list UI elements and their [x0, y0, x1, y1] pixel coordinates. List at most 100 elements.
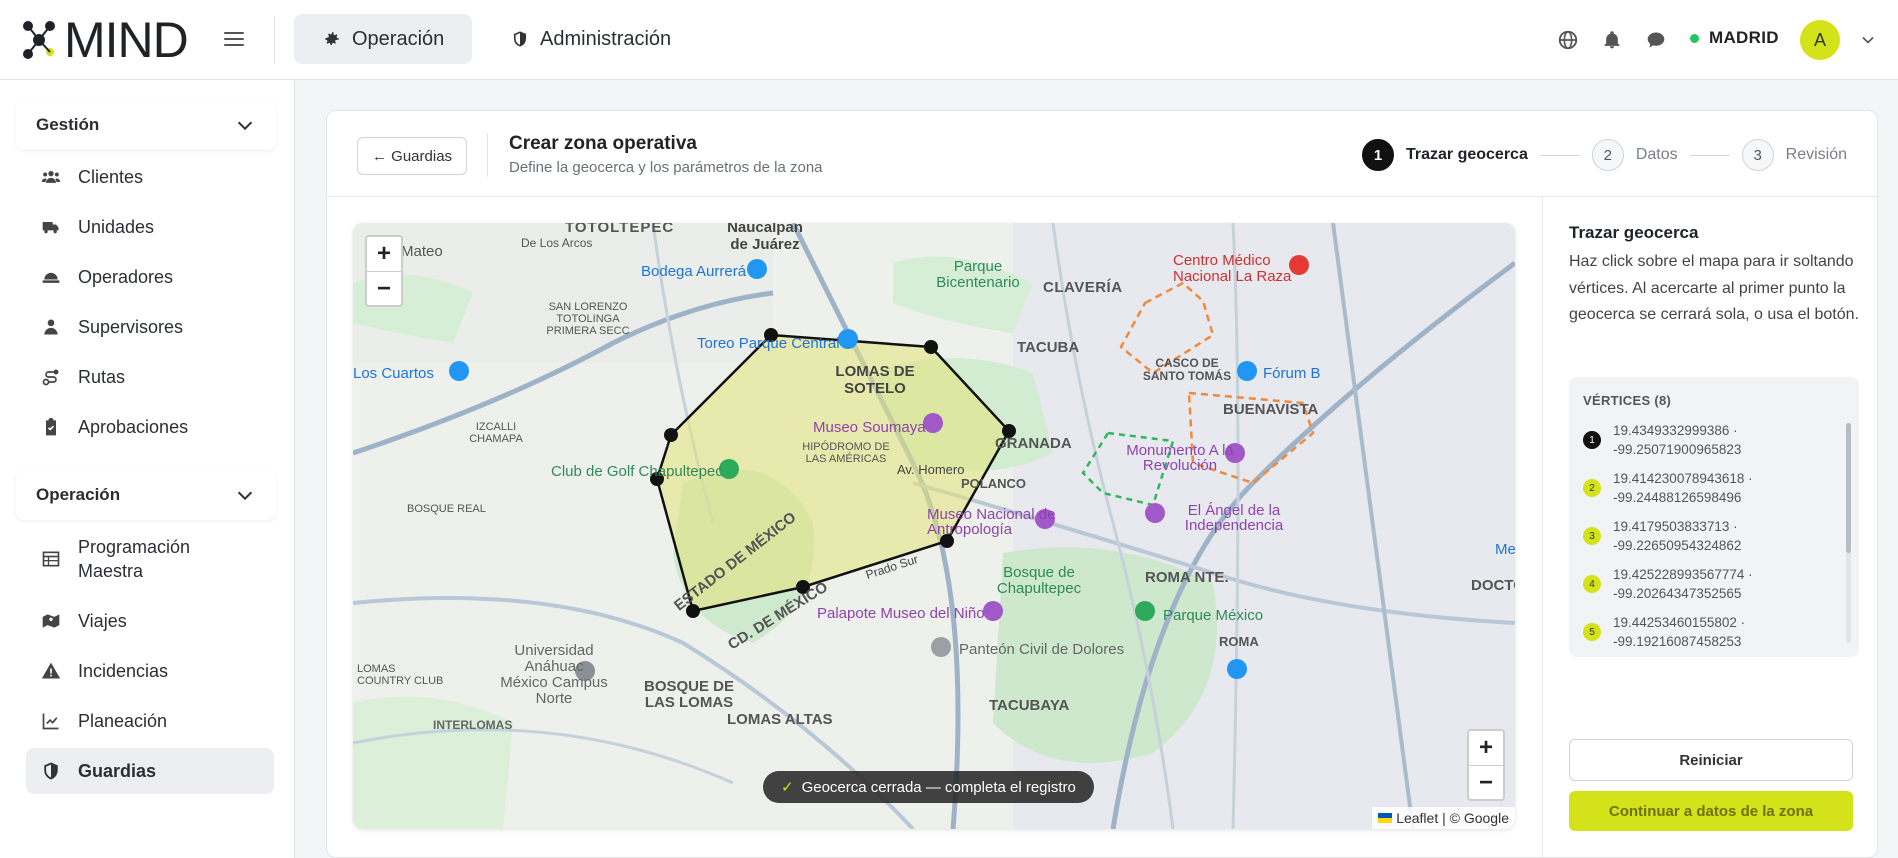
zoom-out-button[interactable]: − [367, 271, 401, 305]
vertices-list[interactable]: 1 19.4349332999386 · -99.25071900965823 2… [1583, 421, 1833, 647]
sidebar-item-label: Programación Maestra [78, 537, 191, 581]
bell-icon[interactable] [1600, 28, 1624, 52]
map[interactable]: TOTOLTEPEC Naucalpan de Juárez De Los Ar… [353, 223, 1515, 829]
main-card: ← Guardias Crear zona operativa Define l… [326, 110, 1878, 858]
chevron-down-icon[interactable] [1858, 30, 1878, 50]
map-label: INTERLOMAS [433, 718, 513, 732]
map-label: GRANADA [995, 435, 1072, 452]
zoom-out-button[interactable]: − [1469, 765, 1503, 799]
toast-text: Geocerca cerrada — completa el registro [801, 778, 1076, 796]
attribution-text: Leaflet | © Google [1396, 810, 1509, 826]
map-label: Av. Homero [897, 462, 965, 477]
zoom-control-top: + − [365, 235, 403, 307]
sidebar-item-incidencias[interactable]: Incidencias [26, 648, 274, 694]
map-label: BOSQUE REAL [407, 503, 486, 515]
scrollbar[interactable] [1846, 423, 1851, 643]
hardhat-icon [40, 266, 62, 288]
step-number: 2 [1591, 139, 1624, 171]
chevron-down-icon [237, 491, 253, 501]
sidebar-item-unidades[interactable]: Unidades [26, 204, 274, 250]
map-label: Parque Bicentenario [936, 258, 1020, 291]
sidebar-item-viajes[interactable]: Viajes [26, 598, 274, 644]
zoom-in-button[interactable]: + [1469, 731, 1503, 765]
panel-title: Trazar geocerca [1569, 223, 1699, 242]
shield-icon [510, 29, 530, 49]
sidebar-item-guardias[interactable]: Guardias [26, 748, 274, 794]
map-label: ROMA [1219, 634, 1259, 649]
tab-label: Operación [352, 27, 445, 50]
logo[interactable]: MIND [22, 12, 189, 68]
map-label: LOMAS DE SOTELO [835, 363, 915, 397]
scrollbar-thumb[interactable] [1846, 423, 1851, 553]
map-label: LOMAS COUNTRY CLUB [357, 663, 444, 687]
map-marked-icon [40, 610, 62, 632]
step-label: Revisión [1785, 146, 1847, 163]
shield-icon [40, 760, 62, 782]
map-label: IZCALLI CHAMAPA [469, 421, 523, 445]
vertex-number: 4 [1583, 575, 1601, 593]
page-subtitle: Define la geocerca y los parámetros de l… [509, 159, 823, 176]
map-label: CLAVERÍA [1043, 279, 1123, 296]
section-operacion[interactable]: Operación [16, 470, 276, 520]
sidebar-item-label: Aprobaciones [78, 416, 189, 437]
back-button[interactable]: ← Guardias [357, 137, 468, 175]
geofence-panel: Trazar geocerca Haz click sobre el mapa … [1542, 197, 1877, 857]
map-label: Universidad Anáhuac México Campus Norte [500, 642, 608, 707]
list-item: 3 19.4179503833713 · -99.22650954324862 [1583, 517, 1833, 565]
map-label: TACUBAYA [989, 697, 1070, 714]
list-item: 2 19.414230078943618 · -99.24488126598496 [1583, 469, 1833, 517]
sidebar-item-label: Viajes [78, 610, 127, 631]
map-attribution[interactable]: Leaflet | © Google [1372, 807, 1515, 829]
logo-icon [23, 21, 55, 59]
tab-label: Administración [540, 27, 672, 50]
map-label: Palapote Museo del Niño [817, 605, 985, 622]
step-connector [1689, 154, 1730, 156]
sidebar-item-aprobaciones[interactable]: Aprobaciones [26, 404, 274, 450]
route-icon [40, 366, 62, 388]
city-indicator[interactable]: MADRID [1690, 28, 1779, 48]
vertex-number: 2 [1583, 479, 1601, 497]
sidebar-item-clientes[interactable]: Clientes [26, 154, 274, 200]
card-header: ← Guardias Crear zona operativa Define l… [327, 111, 1877, 197]
vertex-number: 5 [1583, 623, 1601, 641]
tab-operacion[interactable]: Operación [294, 14, 473, 64]
sidebar-item-label: Rutas [78, 366, 126, 387]
avatar[interactable]: A [1800, 20, 1840, 60]
map-label: De Los Arcos [521, 236, 593, 250]
globe-icon[interactable] [1556, 28, 1580, 52]
sidebar-item-label: Incidencias [78, 660, 169, 681]
vertex-lat: 19.425228993567774 · [1613, 567, 1753, 582]
map-label: ROMA NTE. [1145, 569, 1229, 586]
step-3: 3 Revisión [1741, 139, 1847, 171]
sidebar-item-label: Guardias [78, 760, 157, 781]
sidebar-item-planeacion[interactable]: Planeación [26, 698, 274, 744]
section-gestion[interactable]: Gestión [16, 100, 276, 150]
city-name: MADRID [1709, 28, 1779, 47]
map-label: Mateo [401, 243, 443, 260]
map-label: Los Cuartos [353, 365, 434, 382]
sidebar-item-programacion-maestra[interactable]: Programación Maestra [26, 528, 274, 590]
vertices-box: VÉRTICES (8) 1 19.4349332999386 · -99.250… [1569, 377, 1859, 657]
tab-administracion[interactable]: Administración [482, 14, 699, 64]
zoom-in-button[interactable]: + [367, 237, 401, 271]
menu-icon[interactable] [222, 28, 246, 52]
continue-button[interactable]: Continuar a datos de la zona [1569, 791, 1853, 831]
reset-button[interactable]: Reiniciar [1569, 739, 1853, 781]
chat-icon[interactable] [1644, 28, 1668, 52]
sidebar-item-operadores[interactable]: Operadores [26, 254, 274, 300]
vertex-lng: -99.20264347352565 [1613, 586, 1742, 601]
map-label: Me [1495, 541, 1515, 558]
vertex-lng: -99.25071900965823 [1613, 442, 1742, 457]
sidebar-item-supervisores[interactable]: Supervisores [26, 304, 274, 350]
status-dot [1690, 33, 1699, 43]
logo-text: MIND [64, 12, 189, 68]
zoom-control-bottom: + − [1467, 729, 1505, 801]
sidebar-item-rutas[interactable]: Rutas [26, 354, 274, 400]
map-label: POLANCO [961, 476, 1026, 491]
user-tie-icon [40, 316, 62, 338]
step-label: Datos [1635, 146, 1678, 163]
map-label: Naucalpan de Juárez [727, 223, 803, 253]
page-title: Crear zona operativa [509, 133, 697, 154]
map-label: DOCTOR [1471, 577, 1515, 594]
map-label: HIPÓDROMO DE LAS AMÉRICAS [802, 441, 890, 465]
